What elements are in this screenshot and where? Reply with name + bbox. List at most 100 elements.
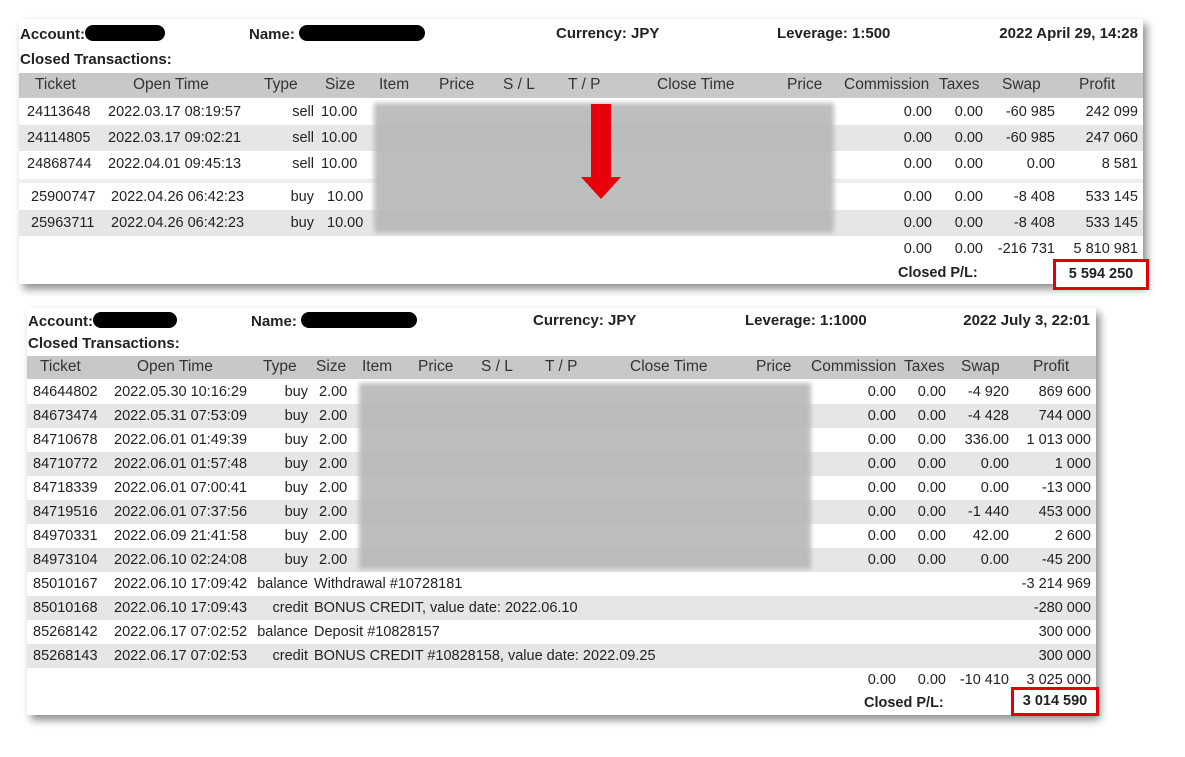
col-ticket: Ticket [35,76,76,93]
type-cell: credit [272,600,308,616]
report-datetime: 2022 July 3, 22:01 [963,312,1090,329]
col-taxes: Taxes [939,76,980,93]
totals-row: 0.00 0.00 -10 410 3 025 000 [27,668,1096,692]
swap-cell: -60 985 [1005,104,1055,120]
col-close-time: Close Time [630,358,708,375]
profit-cell: 8 581 [1101,156,1138,172]
ticket-cell: 85268142 [33,624,98,640]
ticket-cell: 84710678 [33,432,98,448]
swap-cell: -8 408 [1013,189,1055,205]
col-type: Type [264,76,298,93]
size-cell: 2.00 [319,528,348,544]
type-cell: buy [284,552,308,568]
down-arrow-icon [591,104,611,178]
commission-cell: 0.00 [903,156,932,172]
total-swap: -216 731 [997,241,1055,257]
balance-row: 85010167 2022.06.10 17:09:42 balance Wit… [27,572,1096,596]
commission-cell: 0.00 [867,528,896,544]
profit-cell: -45 200 [1041,552,1091,568]
taxes-cell: 0.00 [917,528,946,544]
blurred-trade-details [359,383,811,569]
taxes-cell: 0.00 [917,504,946,520]
col-tp: T / P [568,76,601,93]
open-time-cell: 2022.04.01 09:45:13 [108,156,242,172]
type-cell: buy [284,432,308,448]
commission-cell: 0.00 [867,432,896,448]
table-header-row: Ticket Open Time Type Size Item Price S … [19,73,1143,98]
size-cell: 2.00 [319,504,348,520]
col-sl: S / L [481,358,513,375]
taxes-cell: 0.00 [954,104,983,120]
commission-cell: 0.00 [867,480,896,496]
size-cell: 10.00 [321,104,358,120]
open-time-cell: 2022.04.26 06:42:23 [111,215,245,231]
account-header: Account: [28,312,177,330]
table-header-row: Ticket Open Time Type Size Item Price S … [27,356,1096,379]
commission-cell: 0.00 [867,408,896,424]
commission-cell: 0.00 [867,456,896,472]
swap-cell: -8 408 [1013,215,1055,231]
ticket-cell: 84970331 [33,528,98,544]
report-datetime: 2022 April 29, 14:28 [999,25,1138,42]
name-redaction-bar [301,312,418,328]
swap-cell: 0.00 [980,552,1009,568]
total-swap: -10 410 [959,672,1009,688]
ticket-cell: 24113648 [27,104,91,120]
type-cell: sell [292,104,314,120]
total-taxes: 0.00 [954,241,983,257]
open-time-cell: 2022.05.30 10:16:29 [114,384,248,400]
commission-cell: 0.00 [903,130,932,146]
open-time-cell: 2022.06.01 01:57:48 [114,456,248,472]
description-cell: Deposit #10828157 [314,624,440,640]
type-cell: buy [284,504,308,520]
col-price: Price [418,358,454,375]
size-cell: 2.00 [319,480,348,496]
type-cell: buy [284,480,308,496]
open-time-cell: 2022.06.17 07:02:53 [114,648,248,664]
report-panel-april: Account: Name: Currency: JPY Leverage: 1… [19,19,1149,290]
currency-header: Currency: JPY [533,312,637,329]
profit-cell: -3 214 969 [1021,576,1091,592]
total-taxes: 0.00 [917,672,946,688]
commission-cell: 0.00 [867,504,896,520]
ticket-cell: 24114805 [27,130,91,146]
type-cell: credit [272,648,308,664]
account-redaction-bar [85,25,165,41]
type-cell: buy [290,189,314,205]
name-header: Name: [251,312,418,330]
total-commission: 0.00 [867,672,896,688]
ticket-cell: 84973104 [33,552,98,568]
profit-cell: 533 145 [1085,189,1138,205]
ticket-cell: 24868744 [27,156,92,172]
col-swap: Swap [961,358,1000,375]
col-swap: Swap [1002,76,1041,93]
ticket-cell: 85268143 [33,648,98,664]
open-time-cell: 2022.05.31 07:53:09 [114,408,248,424]
col-open-time: Open Time [137,358,213,375]
open-time-cell: 2022.06.10 02:24:08 [114,552,248,568]
ticket-cell: 85010167 [33,576,98,592]
type-cell: sell [292,130,314,146]
open-time-cell: 2022.06.09 21:41:58 [114,528,248,544]
open-time-cell: 2022.06.01 01:49:39 [114,432,248,448]
profit-cell: -13 000 [1041,480,1091,496]
open-time-cell: 2022.06.17 07:02:52 [114,624,248,640]
size-cell: 10.00 [321,156,358,172]
type-cell: buy [284,408,308,424]
col-close-price: Price [756,358,792,375]
closed-pl-highlight: 5 594 250 [1053,259,1149,290]
taxes-cell: 0.00 [917,432,946,448]
profit-cell: 869 600 [1038,384,1091,400]
total-profit: 5 810 981 [1073,241,1138,257]
col-ticket: Ticket [40,358,81,375]
profit-cell: 1 013 000 [1026,432,1091,448]
swap-cell: -1 440 [967,504,1009,520]
col-profit: Profit [1033,358,1070,375]
open-time-cell: 2022.06.01 07:37:56 [114,504,248,520]
closed-pl-label: Closed P/L: [898,265,978,281]
size-cell: 10.00 [327,215,364,231]
description-cell: Withdrawal #10728181 [314,576,463,592]
profit-cell: 300 000 [1038,624,1091,640]
taxes-cell: 0.00 [917,456,946,472]
profit-cell: -280 000 [1033,600,1091,616]
